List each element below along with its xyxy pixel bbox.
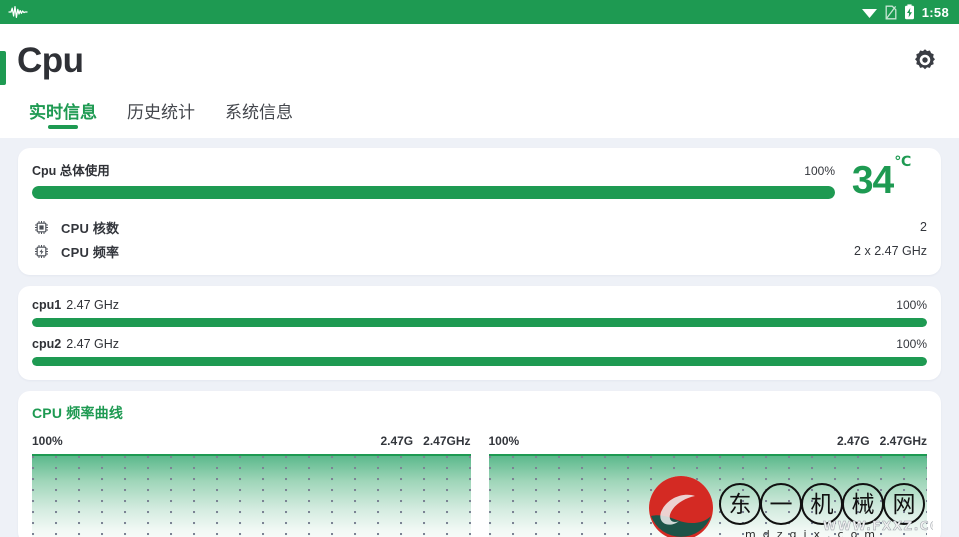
chart-max-freq: 2.47GHz — [879, 434, 927, 449]
cpu-frequency-icon — [32, 244, 50, 259]
tab-active-indicator — [48, 125, 78, 129]
overall-usage-progress-fill — [32, 186, 835, 199]
overall-usage-header: Cpu 总体使用 100% — [32, 160, 835, 179]
cpu-temperature-value: 34 — [851, 159, 894, 202]
chart-max-freq: 2.47GHz — [423, 434, 471, 449]
frequency-charts-row: 100% 2.47G 2.47GHz 100% 2.47G 2.47GHz — [32, 434, 927, 537]
tab-history-stats[interactable]: 历史统计 — [112, 96, 210, 138]
gear-icon — [915, 49, 935, 70]
cpu-chip-icon — [32, 220, 50, 235]
frequency-chart-header-cpu1: 100% 2.47G 2.47GHz — [32, 434, 471, 448]
core-progress-fill-cpu2 — [32, 357, 927, 367]
tab-label: 实时信息 — [29, 103, 97, 122]
overall-usage-meter: Cpu 总体使用 100% — [32, 160, 835, 199]
core-row-cpu1: cpu1 2.47 GHz 100% — [32, 298, 927, 328]
sim-card-off-icon — [885, 5, 897, 19]
core-label: cpu2 — [32, 337, 62, 352]
status-bar-left-icons — [8, 5, 28, 19]
core-label: cpu1 — [32, 298, 62, 313]
status-bar-right-icons: 1:58 — [861, 4, 949, 20]
core-name-cpu1: cpu1 2.47 GHz — [32, 298, 119, 312]
core-progress-track-cpu2 — [32, 357, 927, 367]
status-bar: 1:58 — [0, 0, 959, 24]
chart-left-label: 100% — [32, 434, 63, 449]
frequency-curve-card: CPU 频率曲线 100% 2.47G 2.47GHz 100% 2.47G 2… — [18, 391, 941, 537]
info-row-label: CPU 核数 — [61, 220, 120, 236]
settings-button[interactable] — [908, 43, 942, 77]
chart-current-freq: 2.47G — [836, 434, 870, 449]
overall-usage-progress-track — [32, 186, 835, 199]
overall-usage-label: Cpu 总体使用 — [32, 164, 110, 178]
pulse-waveform-icon — [8, 5, 28, 19]
info-row-core-count: CPU 核数 2 — [32, 215, 927, 239]
core-progress-fill-cpu1 — [32, 318, 927, 328]
app-bar: Cpu — [0, 24, 959, 96]
frequency-curve-title: CPU 频率曲线 — [32, 405, 124, 422]
core-frequency: 2.47 GHz — [66, 298, 119, 313]
main-content: Cpu 总体使用 100% 34 ℃ CPU 核数 2 CPU 频率 2 x 2… — [0, 138, 959, 537]
tab-label: 系统信息 — [225, 103, 293, 122]
info-row-frequency: CPU 频率 2 x 2.47 GHz — [32, 239, 927, 263]
core-progress-track-cpu1 — [32, 318, 927, 328]
chart-right-labels: 2.47G 2.47GHz — [837, 434, 927, 448]
battery-charging-icon — [904, 4, 914, 20]
chart-left-label: 100% — [488, 434, 520, 449]
cpu-temperature-unit: ℃ — [894, 153, 912, 169]
info-row-value: 2 — [920, 220, 927, 235]
status-bar-clock: 1:58 — [921, 4, 949, 20]
core-header: cpu1 2.47 GHz 100% — [32, 298, 927, 312]
frequency-chart-plot-cpu1 — [32, 454, 471, 537]
core-name-cpu2: cpu2 2.47 GHz — [32, 337, 119, 351]
wifi-icon — [861, 9, 877, 18]
frequency-chart-header-cpu2: 100% 2.47G 2.47GHz — [489, 434, 928, 448]
core-row-cpu2: cpu2 2.47 GHz 100% — [32, 337, 927, 367]
tab-system-info[interactable]: 系统信息 — [210, 96, 308, 138]
chart-current-freq: 2.47G — [380, 434, 414, 449]
cpu-info-rows: CPU 核数 2 CPU 频率 2 x 2.47 GHz — [18, 209, 941, 275]
cpu-temperature: 34 ℃ — [835, 153, 927, 202]
title-accent-bar — [0, 51, 6, 85]
frequency-chart-cpu1: 100% 2.47G 2.47GHz — [32, 434, 471, 537]
tab-bar: 实时信息 历史统计 系统信息 — [0, 96, 959, 138]
overall-usage-percent: 100% — [804, 164, 835, 178]
frequency-chart-cpu2: 100% 2.47G 2.47GHz — [488, 434, 928, 537]
overall-usage-card: Cpu 总体使用 100% 34 ℃ CPU 核数 2 CPU 频率 2 x 2… — [18, 148, 941, 276]
chart-right-labels: 2.47G 2.47GHz — [380, 434, 470, 448]
core-header: cpu2 2.47 GHz 100% — [32, 337, 927, 351]
tab-label: 历史统计 — [127, 103, 195, 122]
info-row-value: 2 x 2.47 GHz — [854, 244, 927, 259]
overall-usage-section: Cpu 总体使用 100% 34 ℃ — [18, 148, 941, 209]
core-percent-cpu2: 100% — [896, 337, 927, 352]
page-title: Cpu — [17, 40, 84, 80]
core-frequency: 2.47 GHz — [66, 337, 119, 352]
core-percent-cpu1: 100% — [896, 298, 927, 313]
tab-realtime-info[interactable]: 实时信息 — [14, 96, 112, 138]
frequency-chart-plot-cpu2 — [488, 454, 927, 537]
info-row-label: CPU 频率 — [61, 244, 120, 260]
per-core-usage-card: cpu1 2.47 GHz 100% cpu2 2.47 GHz 100% — [18, 286, 941, 381]
